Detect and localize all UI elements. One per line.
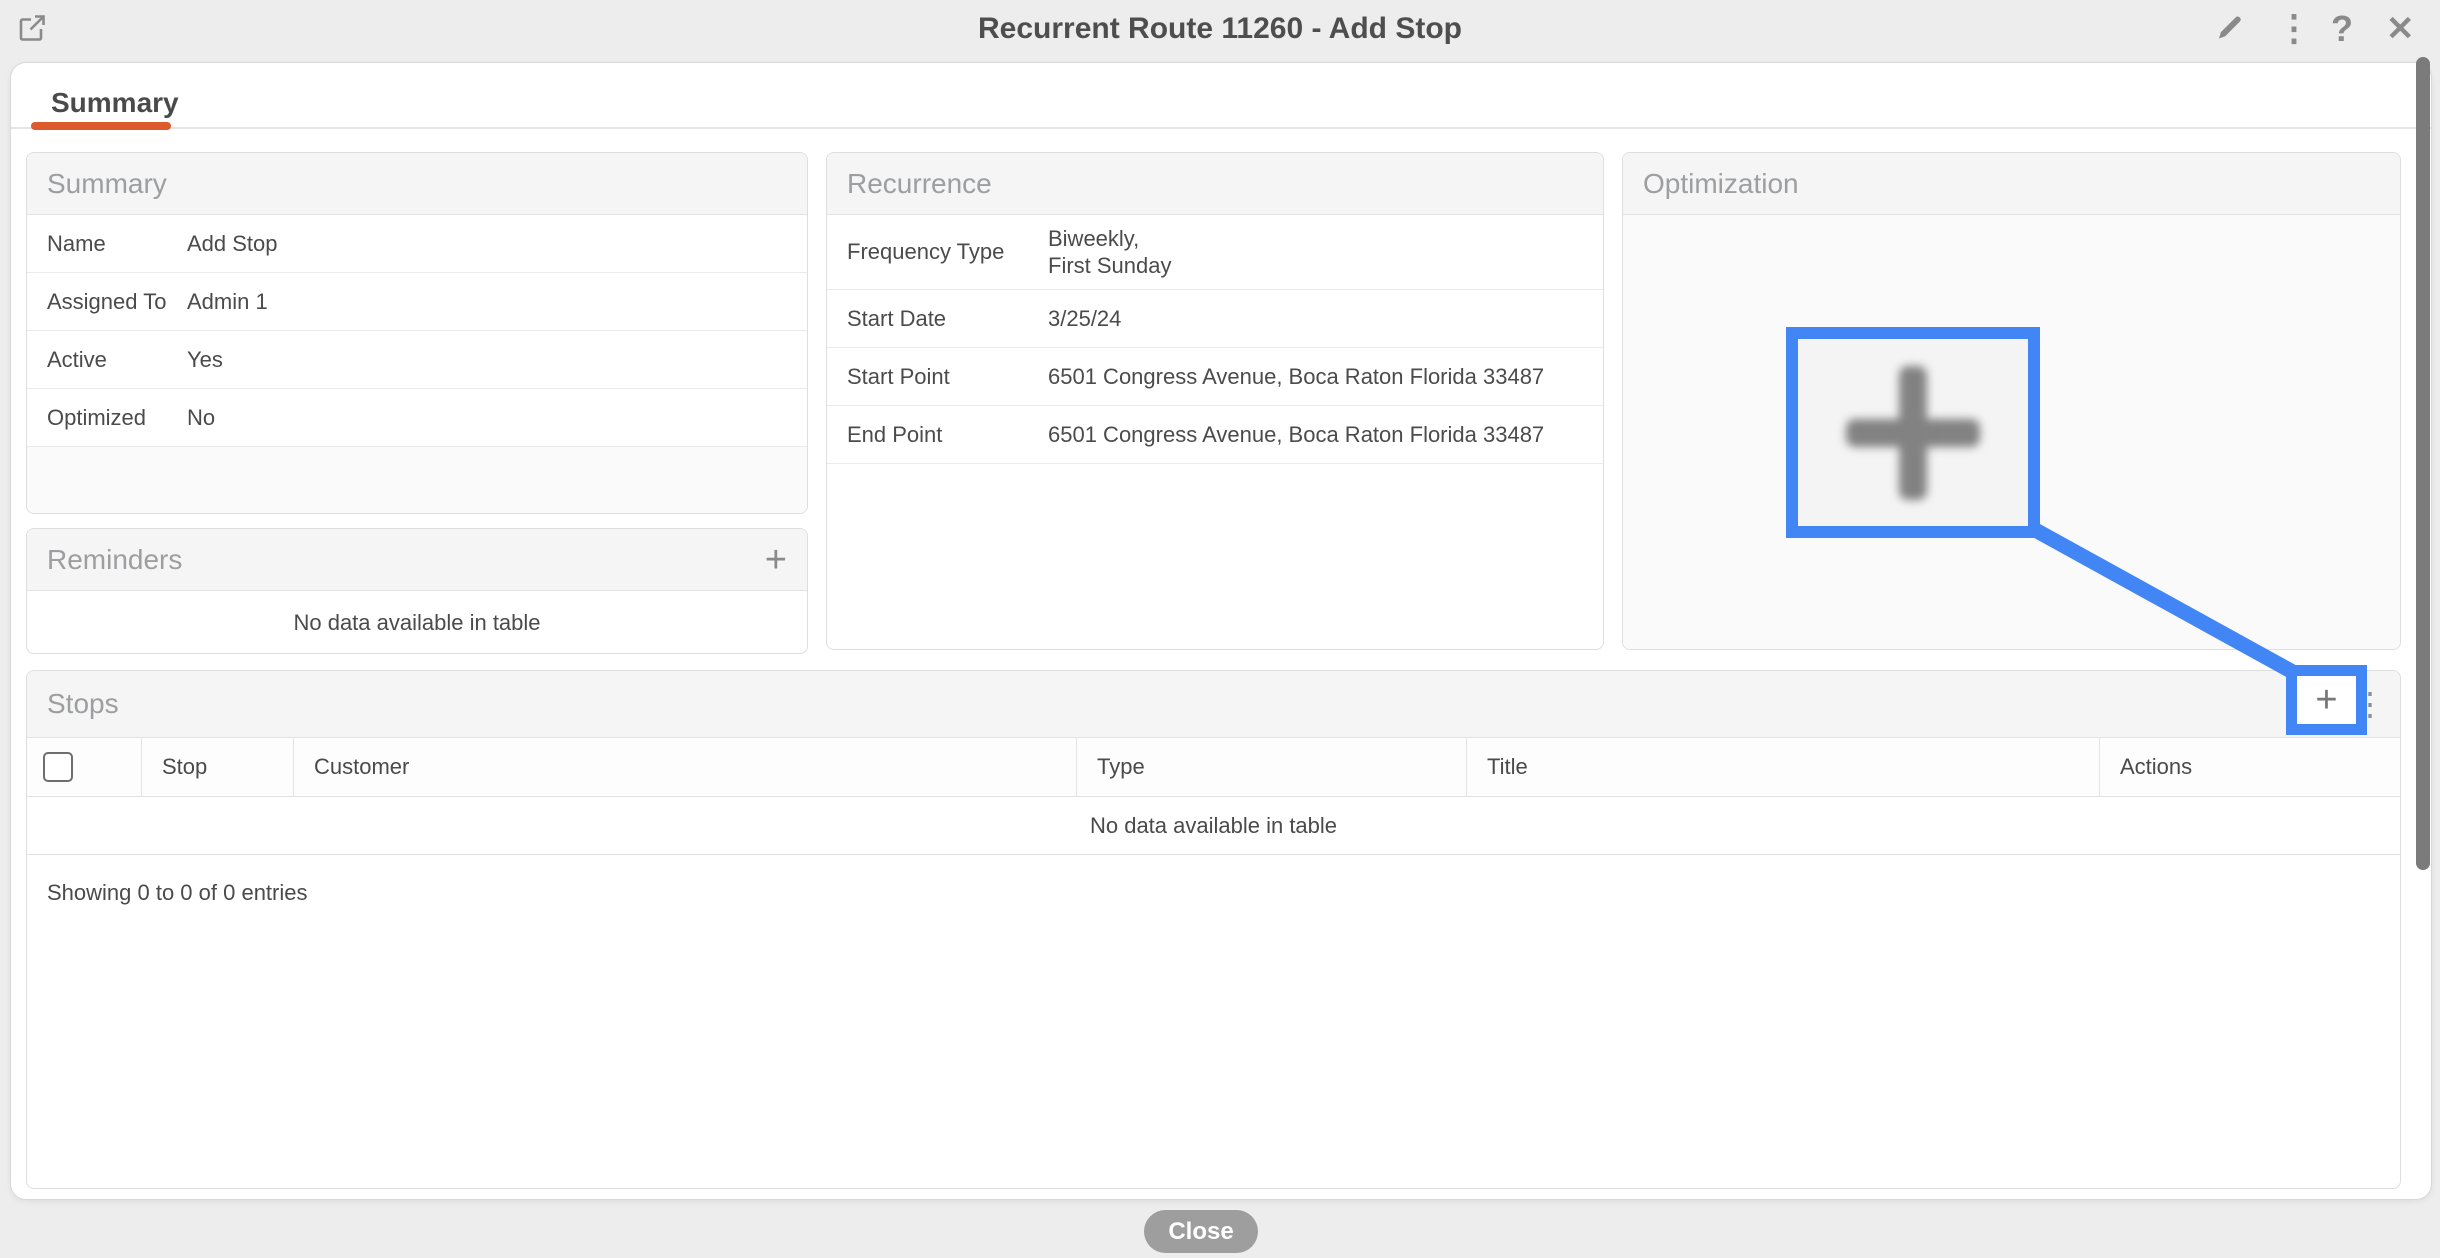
column-header-actions[interactable]: Actions (2100, 738, 2400, 796)
column-header-title[interactable]: Title (1467, 738, 2100, 796)
kebab-menu-icon[interactable]: ⋮ (2276, 4, 2312, 52)
summary-panel: Summary Name Add Stop Assigned To Admin … (26, 152, 808, 514)
vertical-scrollbar-thumb[interactable] (2416, 57, 2430, 870)
active-tab-indicator (31, 122, 171, 130)
reminders-panel-header: Reminders + (27, 529, 807, 591)
recurrence-row-start-point: Start Point 6501 Congress Avenue, Boca R… (827, 348, 1603, 406)
summary-row-active: Active Yes (27, 331, 807, 389)
summary-panel-filler (27, 447, 807, 514)
field-value: 6501 Congress Avenue, Boca Raton Florida… (1043, 422, 1603, 448)
window-title: Recurrent Route 11260 - Add Stop (0, 12, 2440, 46)
reminders-empty-message: No data available in table (27, 591, 807, 654)
recurrence-panel: Recurrence Frequency Type Biweekly, Firs… (826, 152, 1604, 650)
add-reminder-button[interactable]: + (765, 541, 787, 579)
tab-summary[interactable]: Summary (51, 87, 179, 119)
select-all-checkbox[interactable] (43, 752, 73, 782)
field-value: No (182, 405, 807, 431)
field-label: Optimized (27, 405, 182, 431)
column-header-stop[interactable]: Stop (142, 738, 294, 796)
close-window-icon[interactable]: ✕ (2386, 5, 2415, 53)
stops-entries-count: Showing 0 to 0 of 0 entries (27, 855, 2400, 906)
summary-row-assigned-to: Assigned To Admin 1 (27, 273, 807, 331)
field-label: Frequency Type (827, 239, 1043, 265)
field-label: Active (27, 347, 182, 373)
edit-icon[interactable] (2215, 12, 2245, 42)
field-label: Assigned To (27, 289, 182, 315)
summary-panel-header: Summary (27, 153, 807, 215)
summary-panel-title: Summary (47, 168, 167, 200)
frequency-line-1: Biweekly, (1048, 226, 1139, 251)
field-label: End Point (827, 422, 1043, 448)
field-label: Start Date (827, 306, 1043, 332)
recurrence-panel-header: Recurrence (827, 153, 1603, 215)
recurrence-panel-title: Recurrence (847, 168, 992, 200)
field-value: Yes (182, 347, 807, 373)
reminders-panel: Reminders + No data available in table (26, 528, 808, 654)
route-details-modal: Summary Summary Name Add Stop Assigned T… (10, 62, 2432, 1200)
magnified-plus-icon (1899, 366, 1927, 500)
close-button[interactable]: Close (1144, 1210, 1258, 1253)
page: { "window": { "title": "Recurrent Route … (0, 0, 2440, 1258)
field-label: Name (27, 231, 182, 257)
stops-empty-message: No data available in table (27, 797, 2400, 855)
recurrence-row-end-point: End Point 6501 Congress Avenue, Boca Rat… (827, 406, 1603, 464)
optimization-panel-header: Optimization (1623, 153, 2400, 215)
annotation-magnified-add-button (1786, 327, 2040, 538)
field-value: Biweekly, First Sunday (1043, 225, 1603, 279)
stops-panel: Stops + ⋮ Stop Customer Type Title Actio… (26, 670, 2401, 1189)
tab-bar: Summary (11, 63, 2431, 129)
field-value: 6501 Congress Avenue, Boca Raton Florida… (1043, 364, 1603, 390)
frequency-line-2: First Sunday (1048, 253, 1172, 278)
stops-panel-title: Stops (47, 688, 119, 720)
column-header-type[interactable]: Type (1077, 738, 1467, 796)
recurrence-row-start-date: Start Date 3/25/24 (827, 290, 1603, 348)
stops-table-header: Stop Customer Type Title Actions (27, 738, 2400, 797)
stops-panel-header: Stops + ⋮ (27, 671, 2400, 738)
column-header-customer[interactable]: Customer (294, 738, 1077, 796)
recurrence-row-frequency-type: Frequency Type Biweekly, First Sunday (827, 215, 1603, 290)
field-value: Add Stop (182, 231, 807, 257)
field-label: Start Point (827, 364, 1043, 390)
window-titlebar: Recurrent Route 11260 - Add Stop ⋮ ? ✕ (0, 0, 2440, 62)
field-value: 3/25/24 (1043, 306, 1603, 332)
help-icon[interactable]: ? (2331, 6, 2353, 52)
annotation-highlight-add-stop-button[interactable]: + (2286, 665, 2367, 735)
field-value: Admin 1 (182, 289, 807, 315)
summary-row-name: Name Add Stop (27, 215, 807, 273)
optimization-panel-title: Optimization (1643, 168, 1799, 200)
select-all-cell (27, 738, 142, 796)
reminders-panel-title: Reminders (47, 544, 182, 576)
summary-row-optimized: Optimized No (27, 389, 807, 447)
